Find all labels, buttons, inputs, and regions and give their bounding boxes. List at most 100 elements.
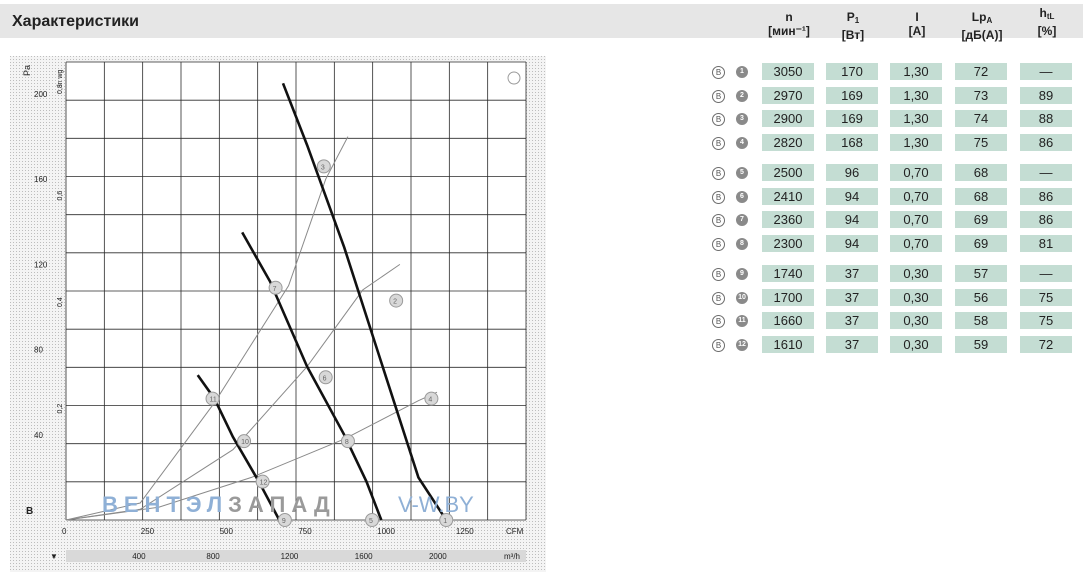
x-tick-label-bottom: 1200 <box>281 552 299 561</box>
row-number-badge: 8 <box>736 238 748 250</box>
col-head-h-symbol: h <box>1039 6 1047 20</box>
col-head-i-unit: [А] <box>908 24 926 38</box>
x-tick-label-bottom: m³/h <box>504 552 520 561</box>
y-tick-label: 80 <box>34 346 43 355</box>
x-tick-label-bottom: 400 <box>132 552 146 561</box>
x-tick-label-top: 1250 <box>456 527 474 536</box>
row-marker-b: B <box>712 238 725 251</box>
y-tick-label-alt: 0,6 <box>57 191 64 201</box>
table-cell-n: 2500 <box>762 164 814 181</box>
row-number-badge: 10 <box>736 292 748 304</box>
watermark-part2: ЗАПАД <box>228 492 336 517</box>
table-cell-lp: 59 <box>955 336 1007 353</box>
col-head-lp-symbol: Lp <box>971 10 987 24</box>
col-head-i: I [А] <box>890 10 944 38</box>
table-cell-i: 1,30 <box>890 110 942 127</box>
table-cell-h: — <box>1020 265 1072 282</box>
table-cell-n: 1610 <box>762 336 814 353</box>
col-head-n: n [мин⁻¹] <box>762 10 816 38</box>
flow-direction-icon: ▼ <box>50 552 58 561</box>
row-number-badge: 4 <box>736 137 748 149</box>
row-marker-b: B <box>712 167 725 180</box>
operating-point-label: 7 <box>273 286 277 293</box>
table-cell-i: 1,30 <box>890 87 942 104</box>
row-marker-b: B <box>712 339 725 352</box>
table-cell-n: 2900 <box>762 110 814 127</box>
row-marker-b: B <box>712 137 725 150</box>
table-cell-h: 86 <box>1020 188 1072 205</box>
operating-point-label: 4 <box>428 397 432 404</box>
table-cell-lp: 57 <box>955 265 1007 282</box>
table-cell-i: 0,70 <box>890 188 942 205</box>
operating-point-label: 3 <box>321 164 325 171</box>
table-cell-i: 0,30 <box>890 265 942 282</box>
fan-curve-svg: 40801201602000,20,40,60,8Pa in wgB0 250 500… <box>10 56 546 572</box>
operating-point-label: 11 <box>210 397 217 404</box>
table-cell-p1: 96 <box>826 164 878 181</box>
table-cell-n: 3050 <box>762 63 814 80</box>
row-marker-b: B <box>712 268 725 281</box>
row-marker-b: B <box>712 90 725 103</box>
table-cell-h: — <box>1020 164 1072 181</box>
x-tick-label-bottom: 1600 <box>355 552 373 561</box>
table-cell-lp: 69 <box>955 235 1007 252</box>
operating-point-label: 8 <box>345 439 349 446</box>
table-cell-p1: 94 <box>826 211 878 228</box>
watermark-text: ВЕНТЭЛЗАПАД <box>102 492 336 517</box>
watermark-part1: ВЕНТЭЛ <box>102 492 228 517</box>
table-cell-n: 2300 <box>762 235 814 252</box>
y-tick-label-alt: 0,4 <box>57 297 64 307</box>
table-cell-lp: 73 <box>955 87 1007 104</box>
table-cell-n: 2970 <box>762 87 814 104</box>
x-tick-label-top: 1000 <box>377 527 395 536</box>
table-cell-n: 1700 <box>762 289 814 306</box>
col-head-p1-symbol: P <box>846 10 855 24</box>
row-number-badge: 6 <box>736 191 748 203</box>
row-marker-b: B <box>712 292 725 305</box>
col-head-lp-sub: A <box>986 16 993 25</box>
table-cell-i: 0,70 <box>890 211 942 228</box>
table-cell-h: 86 <box>1020 211 1072 228</box>
row-marker-b: B <box>712 66 725 79</box>
table-cell-h: 75 <box>1020 312 1072 329</box>
row-number-badge: 11 <box>736 315 748 327</box>
table-cell-lp: 74 <box>955 110 1007 127</box>
table-cell-lp: 68 <box>955 164 1007 181</box>
y-tick-label: 120 <box>34 260 48 269</box>
row-number-badge: 9 <box>736 268 748 280</box>
table-cell-p1: 37 <box>826 312 878 329</box>
col-head-lp: LpA [дБ(А)] <box>952 10 1012 42</box>
col-head-p1-unit: [Вт] <box>841 28 865 42</box>
table-cell-n: 2820 <box>762 134 814 151</box>
x-tick-label-top: 0 <box>62 527 67 536</box>
table-cell-p1: 169 <box>826 110 878 127</box>
col-head-lp-unit: [дБ(А)] <box>961 28 1003 42</box>
col-head-i-symbol: I <box>915 10 919 24</box>
table-cell-p1: 169 <box>826 87 878 104</box>
y-tick-label: 160 <box>34 175 48 184</box>
row-number-badge: 7 <box>736 214 748 226</box>
table-cell-p1: 94 <box>826 188 878 205</box>
col-head-n-symbol: n <box>785 10 793 24</box>
table-cell-p1: 37 <box>826 289 878 306</box>
row-number-badge: 1 <box>736 66 748 78</box>
operating-point-label: 5 <box>369 518 373 525</box>
table-cell-i: 0,30 <box>890 336 942 353</box>
fan-curve-chart: 40 80 120 160 200 0,2 0,4 0,6 0,8 Pa in wg B 0 250 500… <box>10 56 546 572</box>
row-marker-b: B <box>712 191 725 204</box>
col-head-h: htL [%] <box>1020 6 1074 38</box>
page-title: Характеристики <box>12 13 140 30</box>
table-cell-i: 0,30 <box>890 289 942 306</box>
table-cell-h: 89 <box>1020 87 1072 104</box>
corner-label: B <box>26 506 33 517</box>
operating-point-label: 10 <box>241 439 249 446</box>
x-tick-label-top: 250 <box>141 527 155 536</box>
x-tick-label-top: CFM <box>506 527 524 536</box>
y-tick-label: 40 <box>34 431 43 440</box>
col-head-p1-sub: 1 <box>854 16 860 25</box>
table-cell-n: 1740 <box>762 265 814 282</box>
table-cell-p1: 168 <box>826 134 878 151</box>
table-cell-lp: 68 <box>955 188 1007 205</box>
table-cell-lp: 58 <box>955 312 1007 329</box>
table-cell-i: 0,30 <box>890 312 942 329</box>
